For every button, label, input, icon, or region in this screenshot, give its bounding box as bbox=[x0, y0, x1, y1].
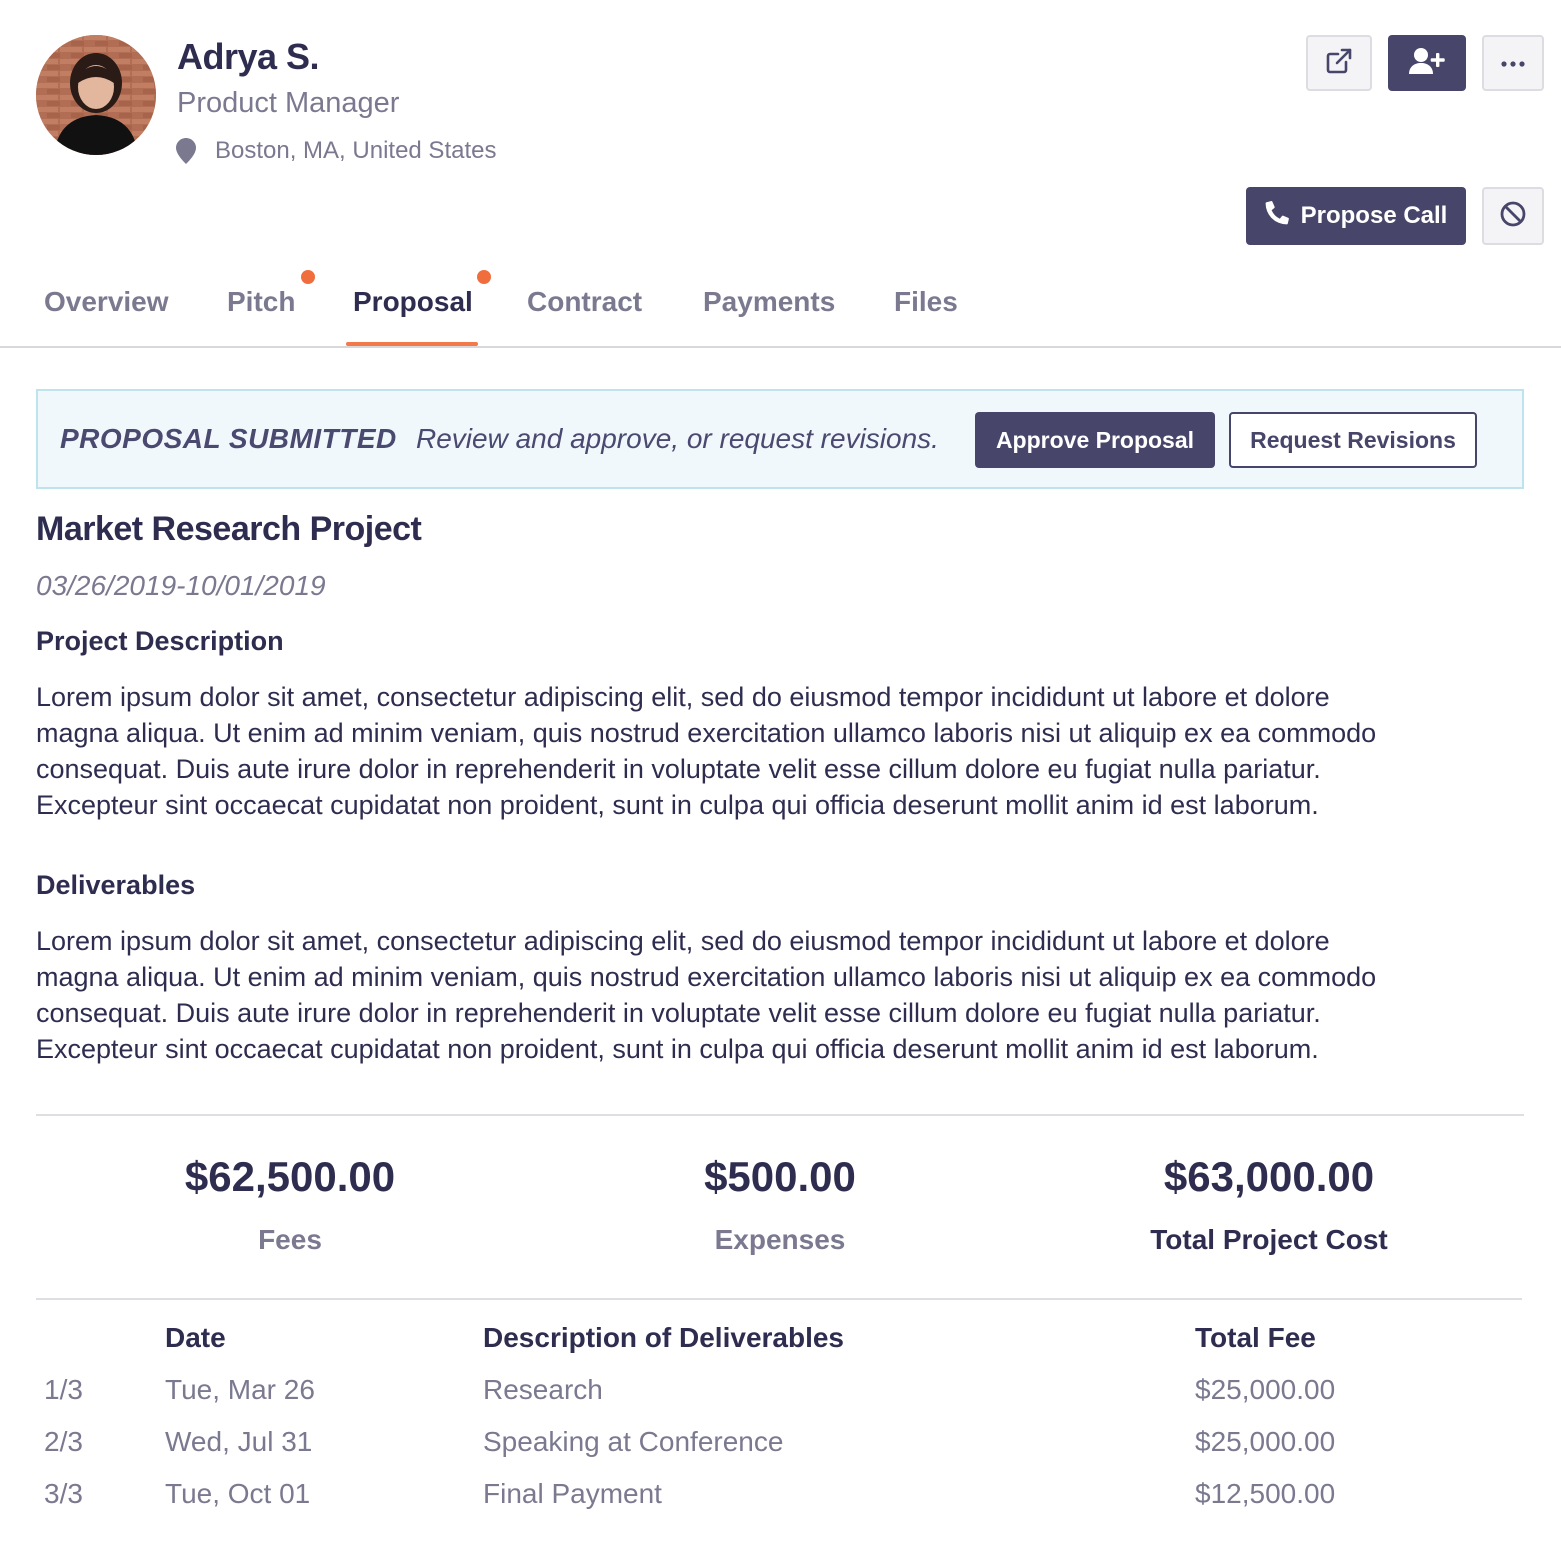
row-description: Final Payment bbox=[483, 1478, 662, 1509]
phone-icon bbox=[1265, 200, 1289, 232]
fees-label: Fees bbox=[258, 1224, 322, 1255]
row-date: Tue, Oct 01 bbox=[165, 1478, 311, 1509]
active-tab-indicator bbox=[346, 342, 478, 346]
deliverables-line: Lorem ipsum dolor sit amet, consectetur … bbox=[36, 926, 1330, 956]
total-cost-label: Total Project Cost bbox=[1150, 1224, 1388, 1255]
add-user-button[interactable] bbox=[1388, 35, 1466, 91]
project-description-heading: Project Description bbox=[36, 626, 284, 656]
profile-role: Product Manager bbox=[177, 87, 400, 119]
fee-column-header: Total Fee bbox=[1195, 1322, 1316, 1353]
profile-name: Adrya S. bbox=[177, 36, 320, 77]
table-row: 1/3 Tue, Mar 26 Research $25,000.00 bbox=[0, 1374, 1561, 1414]
more-options-button[interactable] bbox=[1482, 35, 1544, 91]
description-line: magna aliqua. Ut enim ad minim veniam, q… bbox=[36, 718, 1377, 748]
location-pin-icon bbox=[176, 138, 196, 164]
divider bbox=[36, 1114, 1524, 1116]
project-description: Lorem ipsum dolor sit amet, consectetur … bbox=[36, 679, 1516, 823]
propose-call-label: Propose Call bbox=[1300, 202, 1448, 229]
banner-message: Review and approve, or request revisions… bbox=[416, 423, 939, 454]
row-index: 1/3 bbox=[44, 1374, 83, 1405]
block-button[interactable] bbox=[1482, 187, 1544, 245]
table-row: 3/3 Tue, Oct 01 Final Payment $12,500.00 bbox=[0, 1478, 1561, 1518]
deliverables-description: Lorem ipsum dolor sit amet, consectetur … bbox=[36, 923, 1516, 1067]
tab-proposal[interactable]: Proposal bbox=[353, 286, 473, 318]
open-external-button[interactable] bbox=[1306, 35, 1372, 91]
proposal-status-banner: PROPOSAL SUBMITTED Review and approve, o… bbox=[36, 389, 1524, 489]
deliverables-line: magna aliqua. Ut enim ad minim veniam, q… bbox=[36, 962, 1377, 992]
row-fee: $25,000.00 bbox=[1195, 1374, 1336, 1405]
block-icon bbox=[1499, 200, 1527, 233]
tab-bar: Overview Pitch Proposal Contract Payment… bbox=[0, 270, 1561, 348]
avatar bbox=[36, 35, 156, 155]
external-link-icon bbox=[1324, 46, 1354, 81]
tab-payments[interactable]: Payments bbox=[703, 286, 835, 318]
request-revisions-button[interactable]: Request Revisions bbox=[1229, 412, 1477, 468]
pitch-notification-dot bbox=[301, 270, 315, 284]
divider bbox=[36, 1298, 1522, 1300]
project-title: Market Research Project bbox=[36, 510, 422, 548]
date-column-header: Date bbox=[165, 1322, 226, 1353]
add-user-icon bbox=[1409, 47, 1445, 80]
row-index: 3/3 bbox=[44, 1478, 83, 1509]
deliverables-line: Excepteur sint occaecat cupidatat non pr… bbox=[36, 1034, 1319, 1064]
propose-call-button[interactable]: Propose Call bbox=[1246, 187, 1466, 245]
tab-overview[interactable]: Overview bbox=[44, 286, 169, 318]
row-index: 2/3 bbox=[44, 1426, 83, 1457]
row-description: Research bbox=[483, 1374, 603, 1405]
profile-location: Boston, MA, United States bbox=[215, 137, 497, 164]
more-icon bbox=[1501, 54, 1525, 72]
expenses-value: $500.00 bbox=[704, 1153, 856, 1200]
total-cost-value: $63,000.00 bbox=[1163, 1153, 1375, 1200]
row-fee: $25,000.00 bbox=[1195, 1426, 1336, 1457]
tab-files[interactable]: Files bbox=[894, 286, 958, 318]
description-line: Lorem ipsum dolor sit amet, consectetur … bbox=[36, 682, 1330, 712]
row-date: Wed, Jul 31 bbox=[165, 1426, 313, 1457]
expenses-label: Expenses bbox=[714, 1224, 846, 1255]
table-row: 2/3 Wed, Jul 31 Speaking at Conference $… bbox=[0, 1426, 1561, 1466]
proposal-notification-dot bbox=[477, 270, 491, 284]
description-column-header: Description of Deliverables bbox=[483, 1322, 845, 1353]
deliverables-line: consequat. Duis aute irure dolor in repr… bbox=[36, 998, 1321, 1028]
banner-title: PROPOSAL SUBMITTED bbox=[60, 423, 397, 454]
description-line: Excepteur sint occaecat cupidatat non pr… bbox=[36, 790, 1319, 820]
row-date: Tue, Mar 26 bbox=[165, 1374, 315, 1405]
approve-proposal-button[interactable]: Approve Proposal bbox=[975, 412, 1215, 468]
description-line: consequat. Duis aute irure dolor in repr… bbox=[36, 754, 1321, 784]
tab-contract[interactable]: Contract bbox=[527, 286, 642, 318]
row-description: Speaking at Conference bbox=[483, 1426, 784, 1457]
fees-value: $62,500.00 bbox=[184, 1153, 396, 1200]
tab-pitch[interactable]: Pitch bbox=[227, 286, 295, 318]
row-fee: $12,500.00 bbox=[1195, 1478, 1336, 1509]
deliverables-heading: Deliverables bbox=[36, 870, 196, 900]
project-dates: 03/26/2019-10/01/2019 bbox=[36, 570, 326, 601]
